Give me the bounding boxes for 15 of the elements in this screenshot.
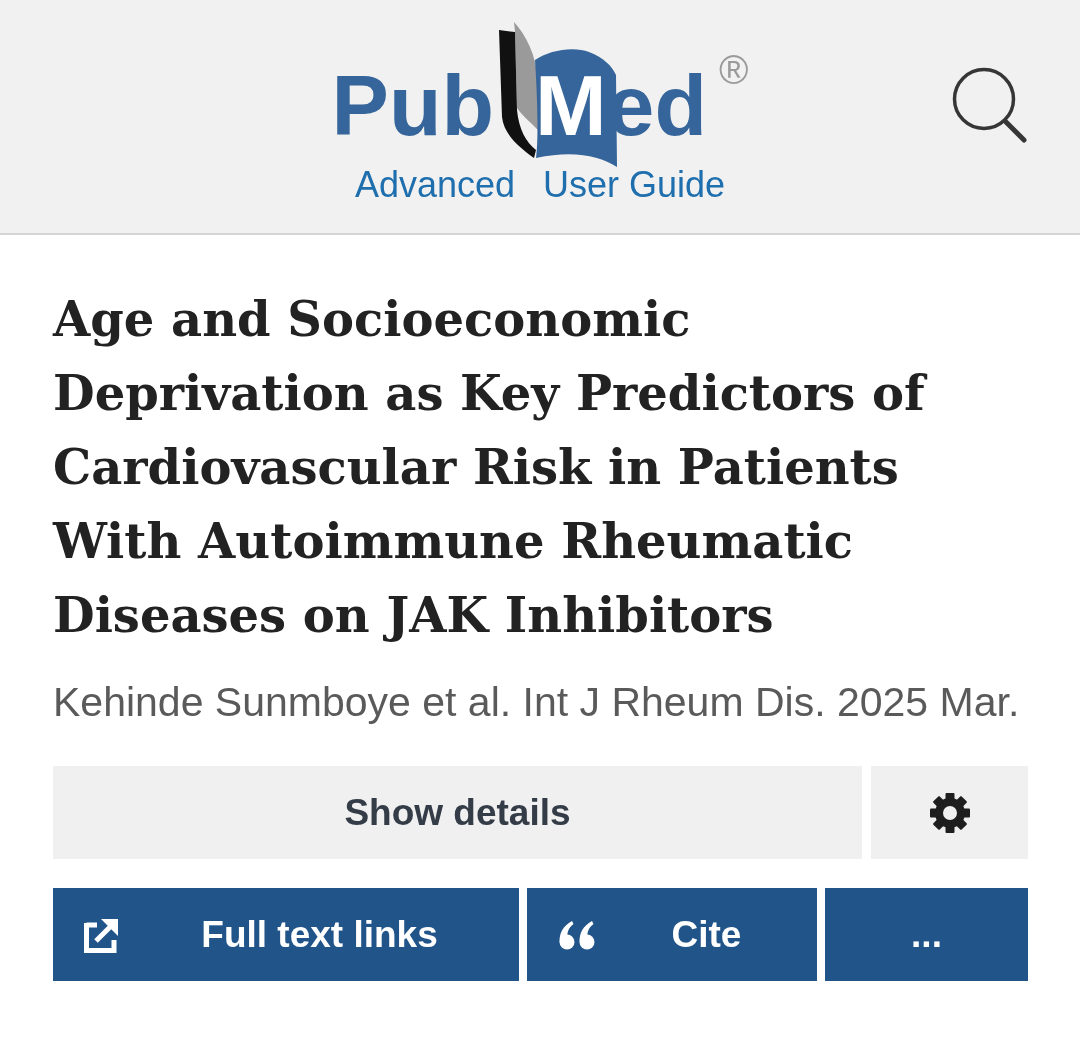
nav-link[interactable]: User Guide xyxy=(543,164,726,206)
full-text-links-button[interactable]: Full text links xyxy=(53,888,519,981)
gear-icon xyxy=(929,792,970,833)
show-details-button[interactable]: Show details xyxy=(53,766,862,859)
nav-link[interactable]: Advanced xyxy=(354,164,515,206)
citation-text: Kehinde Sunmboye et al. Int J Rheum Dis. 2025 Mar. xyxy=(53,678,1021,726)
settings-button[interactable] xyxy=(871,766,1028,859)
external-link-icon xyxy=(84,916,120,953)
logo-text[interactable]: Pub xyxy=(331,62,494,148)
registered-mark: ® xyxy=(719,50,749,90)
more-button[interactable]: ... xyxy=(825,888,1028,981)
cite-button[interactable]: Cite xyxy=(527,888,817,981)
search-icon[interactable] xyxy=(952,67,1027,143)
article-title: Age and Socioeconomic Deprivation as Key Predictors of Cardiovascular Risk in Patients With Autoimmune Rheumatic Diseases on JAK Inhibitors xyxy=(53,282,983,652)
quote-icon xyxy=(558,919,596,950)
